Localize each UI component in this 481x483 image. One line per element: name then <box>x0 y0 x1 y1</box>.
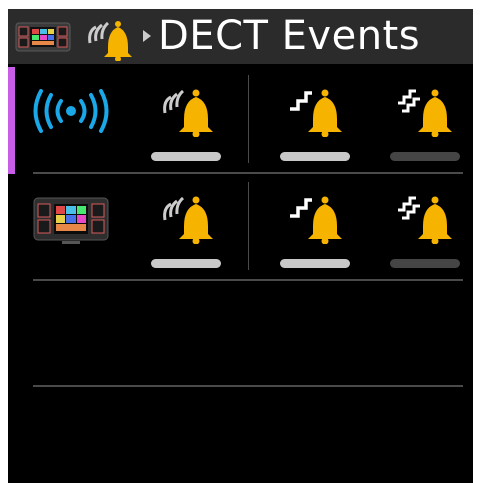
focus-indicator <box>8 67 15 174</box>
event-step-level <box>280 259 350 268</box>
event-double-step-level <box>390 152 460 161</box>
list-item-keypad-events[interactable] <box>8 174 473 281</box>
device-screen: DECT Events <box>8 9 473 483</box>
event-step-level <box>280 152 350 161</box>
event-ring-level <box>151 259 221 268</box>
event-step[interactable] <box>276 81 356 166</box>
event-ring[interactable] <box>147 81 227 166</box>
event-ring[interactable] <box>147 188 227 273</box>
event-step[interactable] <box>276 188 356 273</box>
list-item-dect-events[interactable] <box>8 67 473 174</box>
row-divider <box>33 385 463 387</box>
column-divider <box>248 75 249 163</box>
event-double-step[interactable] <box>386 81 466 166</box>
header-bar: DECT Events <box>8 9 473 64</box>
bell-double-step-icon <box>398 196 452 244</box>
dect-signal-icon <box>33 89 109 133</box>
page-title: DECT Events <box>158 13 421 59</box>
list-item-empty <box>8 281 473 388</box>
column-divider <box>248 182 249 270</box>
contacts-keypad-icon <box>33 197 109 244</box>
bell-step-icon <box>290 89 342 137</box>
event-double-step[interactable] <box>386 188 466 273</box>
ringing-bell-icon <box>88 21 132 61</box>
bell-ring-icon <box>163 89 213 137</box>
chevron-right-icon <box>143 30 151 42</box>
contacts-keypad-icon[interactable] <box>14 21 72 53</box>
event-ring-level <box>151 152 221 161</box>
event-double-step-level <box>390 259 460 268</box>
bell-ring-icon <box>163 196 213 244</box>
bell-step-icon <box>290 196 342 244</box>
bell-double-step-icon <box>398 89 452 137</box>
